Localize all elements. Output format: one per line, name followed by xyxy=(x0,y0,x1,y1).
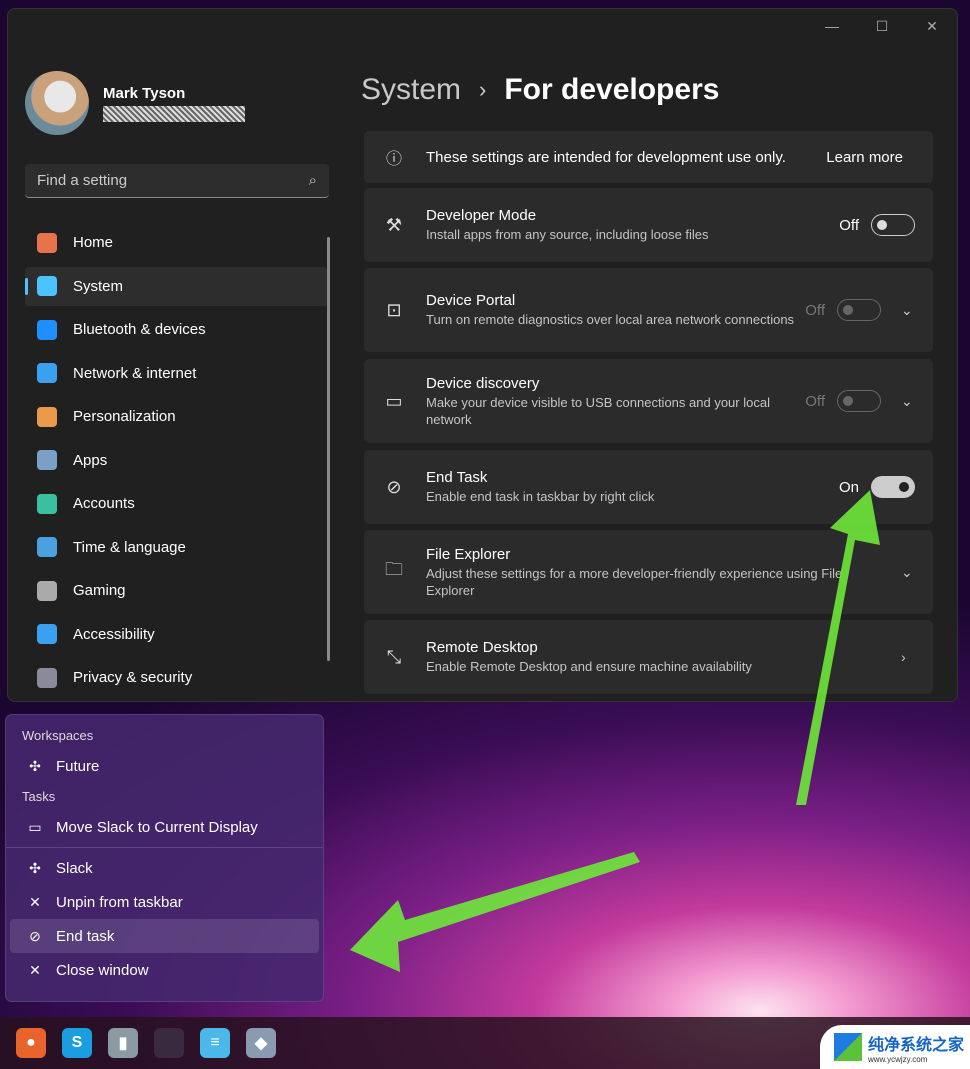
jump-item-close-window[interactable]: ✕ Close window xyxy=(10,953,319,987)
divider xyxy=(6,847,323,848)
taskbar-jump-list: Workspaces ✣ Future Tasks ▭ Move Slack to … xyxy=(5,714,324,1002)
end-task-icon: ⊘ xyxy=(29,927,41,944)
taskbar-slack-icon[interactable] xyxy=(154,1028,184,1058)
item-label: End task xyxy=(56,927,115,945)
item-label: Unpin from taskbar xyxy=(56,893,183,911)
watermark-title: 纯净系统之家 xyxy=(868,1036,965,1054)
taskbar-firefox-icon[interactable]: ● xyxy=(16,1028,46,1058)
item-label: Move Slack to Current Display xyxy=(56,818,258,836)
jump-item-move-slack[interactable]: ▭ Move Slack to Current Display xyxy=(10,810,319,844)
jump-item-end-task[interactable]: ⊘ End task xyxy=(10,919,319,953)
jump-item-future[interactable]: ✣ Future xyxy=(10,749,319,783)
item-label: Slack xyxy=(56,859,93,877)
jump-item-slack[interactable]: ✣ Slack xyxy=(10,851,319,885)
tasks-label: Tasks xyxy=(22,789,56,804)
watermark-logo xyxy=(834,1033,862,1061)
taskbar-file-app-icon[interactable]: ▮ xyxy=(108,1028,138,1058)
slack-icon: ✣ xyxy=(29,757,41,774)
taskbar-notepad-icon[interactable]: ≡ xyxy=(200,1028,230,1058)
item-label: Future xyxy=(56,757,100,775)
arrow-up xyxy=(796,490,880,805)
taskbar-app-icon[interactable]: ◆ xyxy=(246,1028,276,1058)
watermark-url: www.ycwjzy.com xyxy=(868,1054,928,1064)
slack-icon: ✣ xyxy=(29,859,41,876)
jump-item-unpin-from-taskbar[interactable]: ✕ Unpin from taskbar xyxy=(10,885,319,919)
watermark: 纯净系统之家 www.ycwjzy.com xyxy=(820,1025,970,1069)
arrow-down-left xyxy=(350,852,640,972)
taskbar-skype-icon[interactable]: S xyxy=(62,1028,92,1058)
unpin-icon: ✕ xyxy=(29,893,41,910)
item-label: Close window xyxy=(56,961,149,979)
monitor-icon: ▭ xyxy=(28,818,42,835)
close-icon: ✕ xyxy=(29,961,41,978)
workspaces-label: Workspaces xyxy=(22,728,94,743)
